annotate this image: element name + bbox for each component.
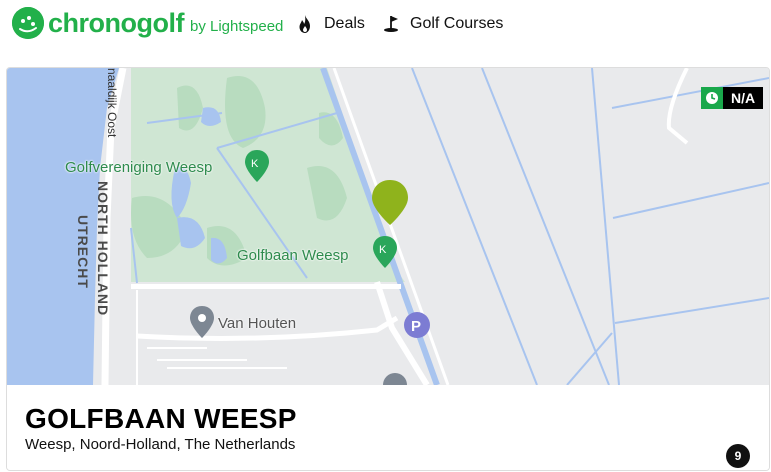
course-location: Weesp, Noord-Holland, The Netherlands	[25, 436, 296, 453]
course-map[interactable]: K K P naaldijk Oost NORTH HOLLAND UTRECH…	[7, 68, 769, 385]
rating-value: N/A	[723, 87, 764, 109]
nav-deals[interactable]: Deals	[296, 14, 365, 34]
top-navigation: chronogolf by Lightspeed Deals Golf Cour…	[0, 0, 771, 54]
nav-golf-courses-label: Golf Courses	[410, 15, 504, 32]
parking-icon[interactable]: P	[404, 312, 430, 338]
chronogolf-logo-icon	[12, 7, 44, 39]
rating-badge: N/A	[701, 87, 764, 109]
brand-name: chronogolf	[48, 7, 184, 38]
chronogolf-logo[interactable]: chronogolf by Lightspeed	[12, 6, 283, 40]
flame-icon	[296, 14, 316, 34]
course-info: GOLFBAAN WEESP Weesp, Noord-Holland, The…	[7, 385, 769, 470]
holes-badge: 9	[726, 444, 750, 468]
map-label-poi[interactable]: Van Houten	[218, 315, 296, 332]
map-label-road: naaldijk Oost	[105, 68, 119, 138]
map-label-club[interactable]: Golfvereniging Weesp	[65, 159, 212, 176]
course-card[interactable]: K K P naaldijk Oost NORTH HOLLAND UTRECH…	[6, 67, 770, 471]
golf-flag-icon	[382, 14, 402, 34]
svg-text:K: K	[379, 244, 387, 256]
svg-text:P: P	[411, 318, 421, 335]
nav-golf-courses[interactable]: Golf Courses	[382, 14, 503, 34]
clock-icon	[701, 87, 723, 109]
svg-text:K: K	[251, 158, 259, 170]
brand-tagline: by Lightspeed	[189, 17, 284, 35]
map-label-course[interactable]: Golfbaan Weesp	[237, 247, 348, 264]
nav-deals-label: Deals	[324, 15, 365, 32]
course-title[interactable]: GOLFBAAN WEESP	[25, 403, 297, 435]
